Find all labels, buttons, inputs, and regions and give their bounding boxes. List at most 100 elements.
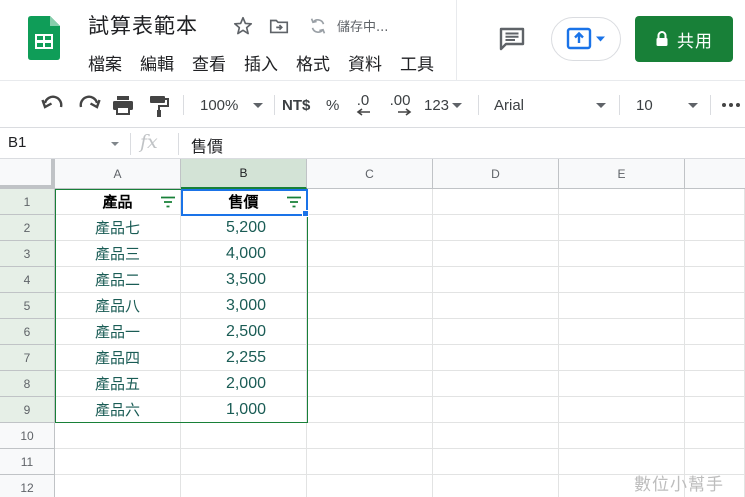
row-header-9[interactable]: 9 bbox=[0, 397, 55, 423]
cell-b9[interactable]: 1,000 bbox=[181, 397, 307, 423]
formula-input[interactable]: 售價 bbox=[191, 133, 223, 157]
paint-format-icon[interactable] bbox=[148, 81, 170, 129]
cell-b4[interactable]: 3,500 bbox=[181, 267, 307, 293]
font-size-select[interactable]: 10 bbox=[636, 81, 698, 129]
cell-d11[interactable] bbox=[433, 449, 559, 475]
cell-c6[interactable] bbox=[307, 319, 433, 345]
column-header-d[interactable]: D bbox=[433, 159, 559, 189]
cell-f10[interactable] bbox=[685, 423, 745, 449]
cell-e4[interactable] bbox=[559, 267, 685, 293]
cell-f9[interactable] bbox=[685, 397, 745, 423]
row-header-10[interactable]: 10 bbox=[0, 423, 55, 449]
menu-edit[interactable]: 編輯 bbox=[140, 50, 174, 75]
cell-e9[interactable] bbox=[559, 397, 685, 423]
increase-decimal-button[interactable]: .00 bbox=[388, 81, 412, 129]
cell-c8[interactable] bbox=[307, 371, 433, 397]
more-options-icon[interactable] bbox=[720, 81, 742, 129]
menu-view[interactable]: 查看 bbox=[192, 50, 226, 75]
cell-e2[interactable] bbox=[559, 215, 685, 241]
cell-d2[interactable] bbox=[433, 215, 559, 241]
cell-c5[interactable] bbox=[307, 293, 433, 319]
row-header-4[interactable]: 4 bbox=[0, 267, 55, 293]
filter-icon[interactable] bbox=[286, 195, 302, 209]
cell-c3[interactable] bbox=[307, 241, 433, 267]
menu-format[interactable]: 格式 bbox=[296, 50, 330, 75]
undo-icon[interactable] bbox=[40, 81, 66, 129]
cell-c10[interactable] bbox=[307, 423, 433, 449]
cell-b3[interactable]: 4,000 bbox=[181, 241, 307, 267]
star-icon[interactable] bbox=[232, 15, 254, 37]
name-box[interactable]: B1 bbox=[8, 134, 26, 151]
cell-a5[interactable]: 產品八 bbox=[55, 293, 181, 319]
row-header-1[interactable]: 1 bbox=[0, 189, 55, 215]
menu-tools[interactable]: 工具 bbox=[400, 50, 434, 75]
row-header-11[interactable]: 11 bbox=[0, 449, 55, 475]
cell-c12[interactable] bbox=[307, 475, 433, 497]
format-currency-button[interactable]: NT$ bbox=[282, 81, 310, 129]
cell-c9[interactable] bbox=[307, 397, 433, 423]
cell-f5[interactable] bbox=[685, 293, 745, 319]
cell-d10[interactable] bbox=[433, 423, 559, 449]
cell-b8[interactable]: 2,000 bbox=[181, 371, 307, 397]
move-to-folder-icon[interactable] bbox=[268, 15, 290, 37]
cell-b2[interactable]: 5,200 bbox=[181, 215, 307, 241]
cell-d6[interactable] bbox=[433, 319, 559, 345]
cell-f4[interactable] bbox=[685, 267, 745, 293]
decrease-decimal-button[interactable]: .0 bbox=[355, 81, 371, 129]
column-header-c[interactable]: C bbox=[307, 159, 433, 189]
cell-a6[interactable]: 產品一 bbox=[55, 319, 181, 345]
cell-a12[interactable] bbox=[55, 475, 181, 497]
cell-b10[interactable] bbox=[181, 423, 307, 449]
cell-f7[interactable] bbox=[685, 345, 745, 371]
present-button[interactable] bbox=[551, 17, 621, 61]
cell-a4[interactable]: 產品二 bbox=[55, 267, 181, 293]
cell-e5[interactable] bbox=[559, 293, 685, 319]
cell-a11[interactable] bbox=[55, 449, 181, 475]
row-header-5[interactable]: 5 bbox=[0, 293, 55, 319]
menu-insert[interactable]: 插入 bbox=[244, 50, 278, 75]
row-header-7[interactable]: 7 bbox=[0, 345, 55, 371]
cell-f8[interactable] bbox=[685, 371, 745, 397]
cell-d5[interactable] bbox=[433, 293, 559, 319]
format-percent-button[interactable]: % bbox=[326, 81, 339, 129]
share-button[interactable]: 共用 bbox=[635, 16, 733, 62]
cell-a8[interactable]: 產品五 bbox=[55, 371, 181, 397]
cell-d9[interactable] bbox=[433, 397, 559, 423]
cell-b12[interactable] bbox=[181, 475, 307, 497]
cell-b5[interactable]: 3,000 bbox=[181, 293, 307, 319]
cell-a3[interactable]: 產品三 bbox=[55, 241, 181, 267]
cell-f6[interactable] bbox=[685, 319, 745, 345]
cell-b11[interactable] bbox=[181, 449, 307, 475]
zoom-select[interactable]: 100% bbox=[200, 81, 270, 129]
cell-e1[interactable] bbox=[559, 189, 685, 215]
row-header-12[interactable]: 12 bbox=[0, 475, 55, 497]
redo-icon[interactable] bbox=[76, 81, 102, 129]
cell-c2[interactable] bbox=[307, 215, 433, 241]
cell-c4[interactable] bbox=[307, 267, 433, 293]
cell-d12[interactable] bbox=[433, 475, 559, 497]
row-header-3[interactable]: 3 bbox=[0, 241, 55, 267]
cell-a9[interactable]: 產品六 bbox=[55, 397, 181, 423]
row-header-2[interactable]: 2 bbox=[0, 215, 55, 241]
row-header-8[interactable]: 8 bbox=[0, 371, 55, 397]
column-header-a[interactable]: A bbox=[55, 159, 181, 189]
more-formats-button[interactable]: 123 bbox=[424, 81, 463, 129]
cell-d8[interactable] bbox=[433, 371, 559, 397]
cell-e8[interactable] bbox=[559, 371, 685, 397]
chevron-down-icon[interactable] bbox=[111, 142, 119, 146]
cell-d3[interactable] bbox=[433, 241, 559, 267]
cell-c7[interactable] bbox=[307, 345, 433, 371]
column-header-b[interactable]: B bbox=[181, 159, 307, 189]
font-select[interactable]: Arial bbox=[494, 81, 606, 129]
cell-a10[interactable] bbox=[55, 423, 181, 449]
cell-b7[interactable]: 2,255 bbox=[181, 345, 307, 371]
cell-b6[interactable]: 2,500 bbox=[181, 319, 307, 345]
menu-file[interactable]: 檔案 bbox=[88, 50, 122, 75]
cell-c11[interactable] bbox=[307, 449, 433, 475]
cell-e10[interactable] bbox=[559, 423, 685, 449]
cell-a2[interactable]: 產品七 bbox=[55, 215, 181, 241]
cell-d7[interactable] bbox=[433, 345, 559, 371]
cell-d1[interactable] bbox=[433, 189, 559, 215]
cell-c1[interactable] bbox=[307, 189, 433, 215]
row-header-6[interactable]: 6 bbox=[0, 319, 55, 345]
